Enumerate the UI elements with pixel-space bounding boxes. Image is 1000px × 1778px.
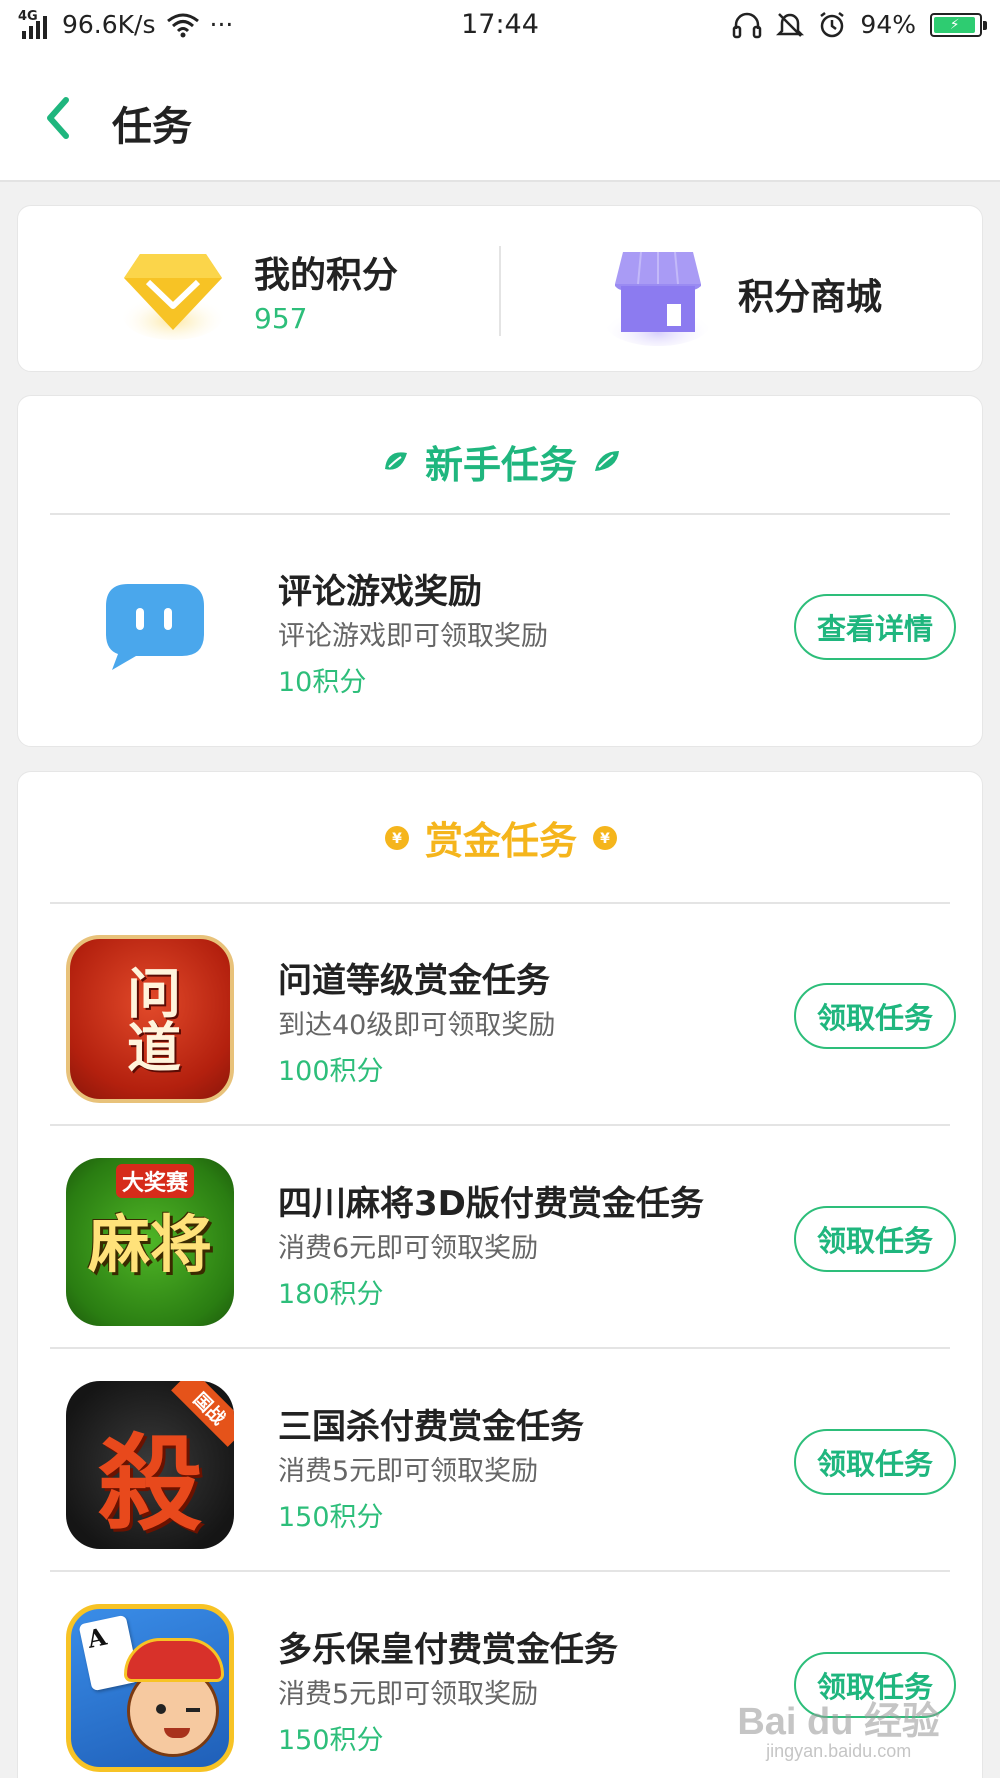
diamond-icon: [123, 254, 223, 340]
icon-text: 殺: [97, 1422, 202, 1545]
watermark-url: jingyan.baidu.com: [766, 1741, 912, 1761]
section-header: ¥ 赏金任务 ¥: [18, 810, 984, 865]
task-points: 150积分: [278, 1725, 384, 1756]
task-points: 100积分: [278, 1056, 384, 1087]
points-shop-link[interactable]: 积分商城: [738, 268, 882, 320]
claim-task-button[interactable]: 领取任务: [794, 1206, 956, 1272]
alarm-icon: [820, 11, 845, 37]
newbie-tasks-card: 新手任务 评论游戏奖励 评论游戏即可领取奖励 10积分 查看详情: [17, 395, 983, 747]
status-bar: 4G 96.6K/s ··· 17:44 94% ⚡: [0, 0, 1000, 50]
divider: [50, 1570, 950, 1572]
divider: [50, 1347, 950, 1349]
mahjong-game-icon: 大奖赛 麻将: [66, 1158, 234, 1326]
view-details-button[interactable]: 查看详情: [794, 594, 956, 660]
task-description: 消费5元即可领取奖励: [278, 1456, 539, 1487]
divider: [499, 246, 501, 336]
task-title: 四川麻将3D版付费赏金任务: [278, 1184, 704, 1224]
newbie-section-title: 新手任务: [424, 443, 577, 487]
mute-bell-icon: [776, 12, 805, 37]
task-description: 消费6元即可领取奖励: [278, 1233, 539, 1264]
task-row: 国战 殺 三国杀付费赏金任务 消费5元即可领取奖励 150积分 领取任务: [18, 1351, 984, 1573]
points-card: 我的积分 957 积分商城: [17, 205, 983, 372]
leaf-icon: [384, 451, 407, 470]
king-character-icon: [124, 1638, 224, 1757]
divider: [50, 1124, 950, 1126]
task-points: 10积分: [278, 667, 367, 698]
claim-task-button[interactable]: 领取任务: [794, 1429, 956, 1495]
task-title: 三国杀付费赏金任务: [278, 1407, 584, 1447]
watermark-brand: Bai du 经验: [737, 1701, 940, 1743]
icon-badge: 大奖赛: [116, 1164, 195, 1198]
status-right: 94% ⚡: [732, 10, 987, 39]
sanguosha-game-icon: 国战 殺: [66, 1381, 234, 1549]
shop-icon[interactable]: [603, 246, 713, 346]
coin-icon: ¥: [593, 825, 617, 850]
task-row: 问道 问道等级赏金任务 到达40级即可领取奖励 100积分 领取任务: [18, 905, 984, 1127]
icon-text: 问道: [117, 965, 182, 1073]
comment-bubble-icon: [106, 584, 204, 670]
task-description: 到达40级即可领取奖励: [278, 1010, 556, 1041]
divider: [50, 513, 950, 515]
divider: [50, 902, 950, 904]
task-description: 消费5元即可领取奖励: [278, 1679, 539, 1710]
duole-baohuang-game-icon: A: [66, 1604, 234, 1772]
battery-percent: 94%: [860, 10, 916, 39]
my-points-label: 我的积分: [254, 255, 399, 296]
wendao-game-icon: 问道: [66, 935, 234, 1103]
battery-icon: ⚡: [930, 12, 987, 37]
back-arrow-icon[interactable]: [38, 88, 78, 148]
icon-text: A: [84, 1621, 109, 1654]
page-header: 任务: [0, 50, 1000, 182]
coin-icon: ¥: [384, 825, 409, 850]
task-points: 150积分: [278, 1502, 384, 1533]
claim-task-button[interactable]: 领取任务: [794, 983, 956, 1049]
task-row: 评论游戏奖励 评论游戏即可领取奖励 10积分 查看详情: [18, 516, 984, 738]
icon-text: 麻将: [87, 1208, 212, 1281]
svg-text:¥: ¥: [600, 831, 610, 847]
task-title: 问道等级赏金任务: [278, 961, 550, 1001]
bounty-section-title: 赏金任务: [424, 819, 577, 863]
leaf-icon: [595, 450, 619, 471]
section-header: 新手任务: [18, 434, 984, 489]
bounty-tasks-card: ¥ 赏金任务 ¥ 问道 问道等级赏金任务 到达40级即可领取奖励 100积分 领…: [17, 771, 983, 1778]
task-title: 评论游戏奖励: [278, 572, 482, 612]
task-description: 评论游戏即可领取奖励: [278, 621, 548, 652]
my-points-value: 957: [254, 302, 308, 335]
task-row: 大奖赛 麻将 四川麻将3D版付费赏金任务 消费6元即可领取奖励 180积分 领取…: [18, 1128, 984, 1350]
task-title: 多乐保皇付费赏金任务: [278, 1630, 618, 1670]
svg-text:¥: ¥: [392, 831, 402, 847]
baidu-jingyan-watermark: Bai du 经验 jingyan.baidu.com: [737, 1690, 940, 1762]
page-title: 任务: [112, 104, 192, 150]
headphones-icon: [733, 12, 762, 38]
task-points: 180积分: [278, 1279, 384, 1310]
